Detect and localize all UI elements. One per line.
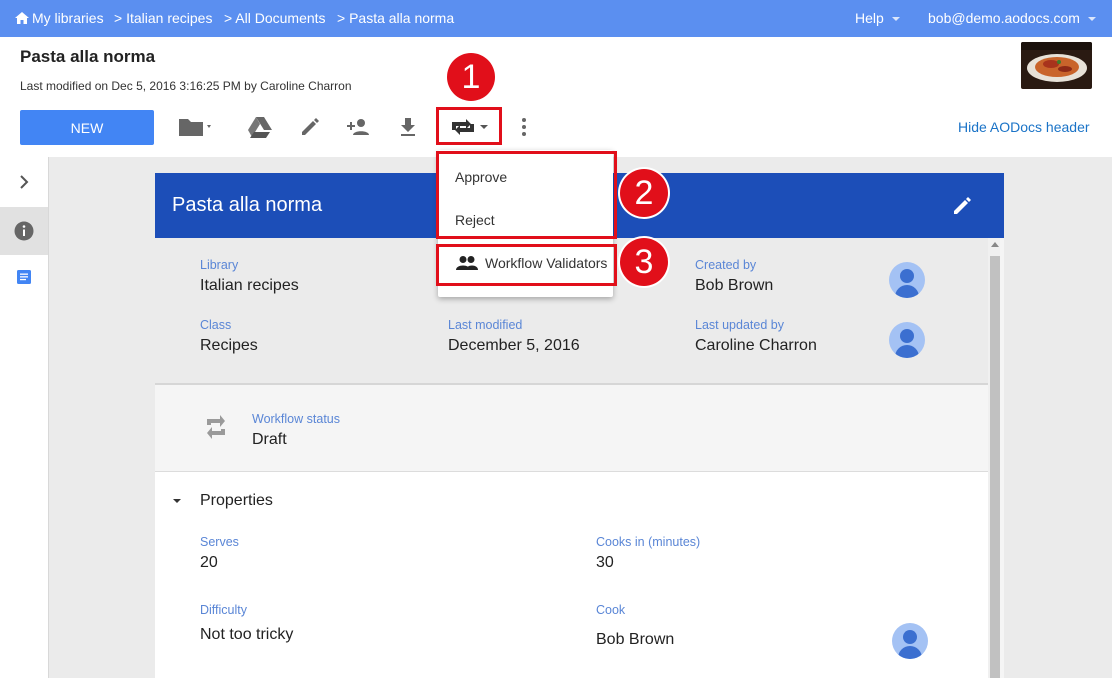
folder-icon (179, 119, 211, 136)
side-panel (0, 157, 49, 678)
edit-icon (954, 197, 971, 214)
help-label: Help (855, 10, 884, 26)
help-menu[interactable]: Help (855, 10, 900, 26)
edit-icon (302, 118, 319, 135)
annotation-box-1 (436, 107, 502, 145)
class-label: Class (200, 318, 232, 332)
download-icon (401, 118, 415, 136)
last-updated-label: Last updated by (695, 318, 784, 332)
cooks-in-value: 30 (596, 554, 614, 571)
caret-down-icon (173, 499, 181, 503)
last-modified-text: Last modified on Dec 5, 2016 3:16:25 PM … (20, 79, 352, 93)
properties-section: Properties Serves 20 Cooks in (minutes) … (155, 472, 988, 678)
serves-value: 20 (200, 554, 218, 571)
document-icon (17, 270, 31, 284)
step-badge-2: 2 (620, 169, 668, 217)
breadcrumb-italian-recipes[interactable]: > Italian recipes (114, 10, 212, 26)
last-modified-value: December 5, 2016 (448, 337, 580, 354)
edit-button[interactable] (295, 110, 325, 144)
avatar (889, 262, 925, 298)
breadcrumb-current-document: > Pasta alla norma (337, 10, 455, 26)
chevron-right-icon (20, 175, 29, 189)
hide-header-link[interactable]: Hide AODocs header (958, 119, 1090, 135)
user-email: bob@demo.aodocs.com (928, 10, 1080, 26)
library-value: Italian recipes (200, 277, 299, 294)
chevron-down-icon (891, 17, 900, 22)
info-icon (14, 221, 34, 241)
workflow-status-label: Workflow status (252, 412, 340, 426)
home-icon (15, 12, 29, 24)
difficulty-value: Not too tricky (200, 626, 294, 643)
breadcrumb-all-documents[interactable]: > All Documents (224, 10, 326, 26)
top-bar: My libraries > Italian recipes > All Doc… (0, 0, 1112, 37)
scroll-up-icon[interactable] (991, 242, 999, 247)
created-by-value: Bob Brown (695, 277, 774, 294)
created-by-label: Created by (695, 258, 757, 272)
page-title: Pasta alla norma (20, 47, 156, 66)
breadcrumb-label: My libraries (32, 10, 104, 26)
document-thumbnail (1021, 42, 1092, 89)
scrollbar-thumb[interactable] (990, 256, 1000, 678)
step-badge-1: 1 (447, 53, 495, 101)
last-modified-label: Last modified (448, 318, 523, 332)
open-in-drive-button[interactable] (245, 110, 275, 144)
folder-menu-button[interactable] (176, 110, 216, 144)
annotation-box-2 (436, 151, 617, 239)
document-header: Pasta alla norma Last modified on Dec 5,… (0, 37, 1112, 157)
workflow-icon (207, 415, 225, 439)
workflow-section: Workflow status Draft (155, 385, 988, 472)
cooks-in-label: Cooks in (minutes) (596, 535, 701, 549)
library-label: Library (200, 258, 239, 272)
expand-panel-button[interactable] (0, 165, 48, 199)
more-vert-icon (522, 118, 526, 136)
info-tab[interactable] (0, 207, 48, 255)
breadcrumb-my-libraries[interactable]: My libraries (15, 10, 104, 26)
difficulty-label: Difficulty (200, 603, 248, 617)
new-button[interactable]: NEW (20, 110, 154, 145)
serves-label: Serves (200, 535, 239, 549)
share-button[interactable] (343, 110, 373, 144)
cook-value: Bob Brown (596, 631, 675, 648)
annotation-box-3 (436, 244, 617, 286)
avatar (889, 322, 925, 358)
workflow-status-value: Draft (252, 431, 287, 448)
chevron-down-icon (1087, 17, 1096, 22)
more-options-button[interactable] (512, 110, 536, 144)
step-badge-3: 3 (620, 238, 668, 286)
class-value: Recipes (200, 337, 258, 354)
card-title: Pasta alla norma (172, 194, 323, 216)
cook-label: Cook (596, 603, 626, 617)
drive-icon (248, 117, 272, 138)
edit-properties-button[interactable] (947, 191, 977, 221)
properties-heading: Properties (200, 492, 273, 509)
user-menu[interactable]: bob@demo.aodocs.com (928, 10, 1096, 26)
download-button[interactable] (393, 110, 423, 144)
add-person-icon (347, 119, 369, 135)
last-updated-value: Caroline Charron (695, 337, 817, 354)
properties-toggle[interactable]: Properties (172, 492, 273, 510)
avatar (892, 623, 928, 659)
document-tab[interactable] (0, 260, 48, 294)
